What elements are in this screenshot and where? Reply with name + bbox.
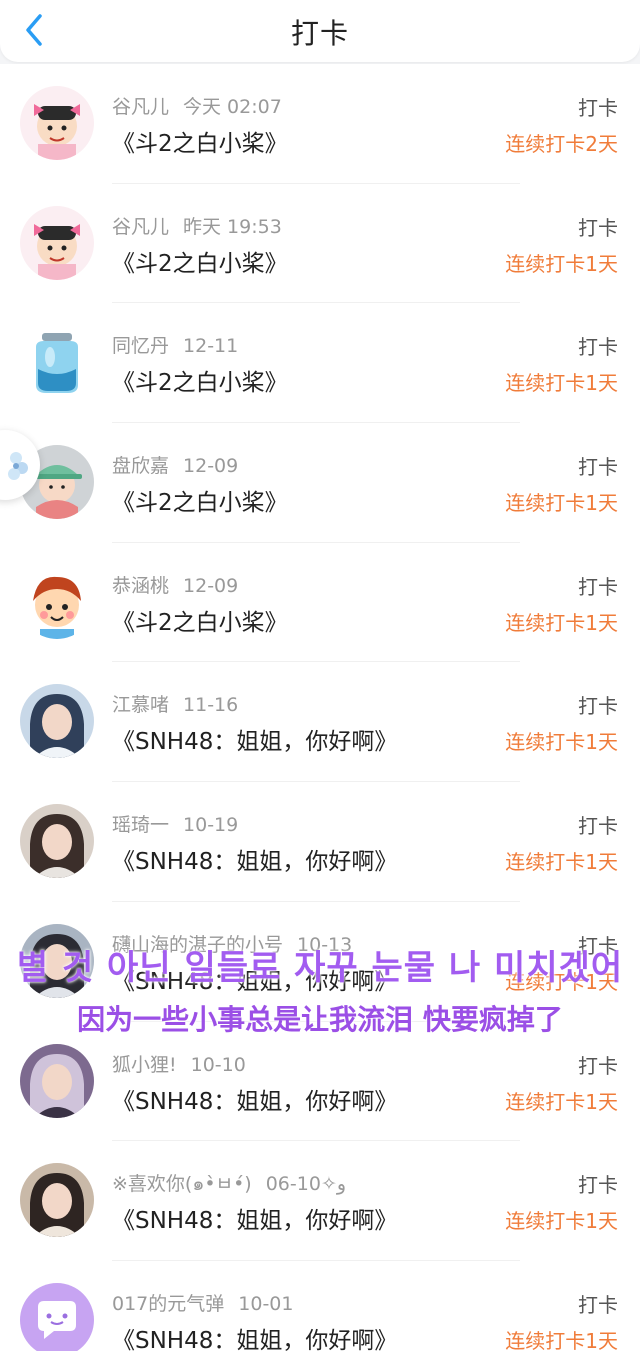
photo-avatar[interactable] <box>20 923 94 998</box>
book-title[interactable]: 《斗2之白小桨》 <box>112 363 288 397</box>
streak-label: 连续打卡2天 <box>505 132 618 156</box>
book-title[interactable]: 《SNH48：姐姐，你好啊》 <box>112 1321 397 1351</box>
photo-avatar[interactable] <box>20 1043 94 1118</box>
photo-avatar[interactable] <box>20 684 94 759</box>
checkin-label: 打卡 <box>578 694 618 719</box>
cartoon-girl-avatar[interactable] <box>20 86 94 160</box>
chat-bubble-avatar[interactable] <box>20 1282 94 1351</box>
photo-avatar[interactable] <box>20 1163 94 1238</box>
user-name[interactable]: 瑶琦一 <box>112 814 169 836</box>
cartoon-boy-avatar[interactable] <box>20 564 94 639</box>
user-info: 017的元气弹 10-01 <box>112 1289 293 1316</box>
checkin-row[interactable]: 谷凡儿 昨天 19:53 《斗2之白小桨》 打卡 连续打卡1天 <box>0 183 640 304</box>
checkin-row[interactable]: 同忆丹 12-11 《斗2之白小桨》 打卡 连续打卡1天 <box>0 303 640 424</box>
checkin-label: 打卡 <box>578 455 618 480</box>
streak-label: 连续打卡1天 <box>505 491 618 516</box>
checkin-label: 打卡 <box>578 1053 618 1078</box>
checkin-row[interactable]: 瑶琦一 10-19 《SNH48：姐姐，你好啊》 打卡 连续打卡1天 <box>0 782 640 902</box>
user-name[interactable]: 谷凡儿 <box>112 96 169 118</box>
user-name[interactable]: 017的元气弹 <box>112 1293 224 1315</box>
checkin-time: 10-19 <box>183 814 239 837</box>
streak-label: 连续打卡1天 <box>505 1089 618 1114</box>
checkin-row[interactable]: 017的元气弹 10-01 《SNH48：姐姐，你好啊》 打卡 连续打卡1天 <box>0 1260 640 1351</box>
checkin-label: 打卡 <box>578 96 618 120</box>
user-name[interactable]: 同忆丹 <box>112 335 169 357</box>
checkin-label: 打卡 <box>578 1173 618 1198</box>
book-title[interactable]: 《斗2之白小桨》 <box>112 124 288 158</box>
checkin-time: 12-09 <box>183 455 239 478</box>
book-title[interactable]: 《SNH48：姐姐，你好啊》 <box>112 1082 397 1116</box>
user-name[interactable]: 盘欣嘉 <box>112 455 169 477</box>
checkin-label: 打卡 <box>578 215 618 240</box>
checkin-label: 打卡 <box>578 814 618 839</box>
streak-label: 连续打卡1天 <box>505 969 618 994</box>
user-info: 同忆丹 12-11 <box>112 331 238 358</box>
user-name[interactable]: 江慕啫 <box>112 694 169 716</box>
jar-avatar[interactable] <box>20 325 94 400</box>
checkin-time: 12-11 <box>183 335 239 358</box>
user-info: 盘欣嘉 12-09 <box>112 451 238 478</box>
checkin-row[interactable]: 谷凡儿 今天 02:07 《斗2之白小桨》 打卡 连续打卡2天 <box>0 64 640 184</box>
book-title[interactable]: 《斗2之白小桨》 <box>112 483 288 517</box>
checkin-time: 12-09 <box>183 574 239 597</box>
checkin-time: 10-10 <box>190 1053 246 1076</box>
cartoon-girl-avatar[interactable] <box>20 205 94 280</box>
checkin-label: 打卡 <box>578 1292 618 1317</box>
streak-label: 连续打卡1天 <box>505 730 618 755</box>
checkin-list: 谷凡儿 今天 02:07 《斗2之白小桨》 打卡 连续打卡2天 谷凡儿 昨天 19:… <box>0 64 640 1351</box>
user-info: 江慕啫 11-16 <box>112 690 238 717</box>
checkin-label: 打卡 <box>578 335 618 360</box>
book-title[interactable]: 《SNH48：姐姐，你好啊》 <box>112 1201 397 1235</box>
checkin-row[interactable]: 狐小狸! 10-10 《SNH48：姐姐，你好啊》 打卡 连续打卡1天 <box>0 1021 640 1142</box>
streak-label: 连续打卡1天 <box>505 251 618 276</box>
user-info: 谷凡儿 昨天 19:53 <box>112 212 282 239</box>
checkin-time: 10-06 <box>265 1173 321 1196</box>
user-info: 狐小狸! 10-10 <box>112 1050 246 1077</box>
streak-label: 连续打卡1天 <box>505 1209 618 1234</box>
user-info: 瑶琦一 10-19 <box>112 810 238 837</box>
checkin-row[interactable]: 盘欣嘉 12-09 《斗2之白小桨》 打卡 连续打卡1天 <box>0 423 640 543</box>
floating-action-button[interactable] <box>0 430 40 500</box>
user-info: 恭涵桃 12-09 <box>112 571 238 598</box>
user-info: ※喜欢你(๑•̀ㅂ•́)و✧10-06 <box>112 1169 346 1199</box>
streak-label: 连续打卡1天 <box>505 1328 618 1351</box>
user-name[interactable]: 恭涵桃 <box>112 575 169 597</box>
user-name[interactable]: 礴山海的湛子的小号 <box>112 934 283 956</box>
streak-label: 连续打卡1天 <box>505 371 618 396</box>
user-name[interactable]: 狐小狸! <box>112 1054 177 1076</box>
top-bar: 打卡 <box>0 0 640 62</box>
photo-avatar[interactable] <box>20 804 94 879</box>
streak-label: 连续打卡1天 <box>505 850 618 875</box>
checkin-time: 今天 02:07 <box>183 96 282 118</box>
book-title[interactable]: 《SNH48：姐姐，你好啊》 <box>112 962 397 996</box>
user-name[interactable]: 谷凡儿 <box>112 216 169 238</box>
book-title[interactable]: 《SNH48：姐姐，你好啊》 <box>112 842 397 876</box>
streak-label: 连续打卡1天 <box>505 610 618 635</box>
checkin-time: 昨天 19:53 <box>183 215 282 238</box>
checkin-label: 打卡 <box>578 933 618 958</box>
checkin-time: 10-01 <box>238 1292 294 1315</box>
checkin-label: 打卡 <box>578 574 618 599</box>
checkin-time: 11-16 <box>183 694 239 717</box>
checkin-row[interactable]: 礴山海的湛子的小号 10-13 《SNH48：姐姐，你好啊》 打卡 连续打卡1天 <box>0 901 640 1022</box>
book-title[interactable]: 《斗2之白小桨》 <box>112 244 288 278</box>
checkin-row[interactable]: 江慕啫 11-16 《SNH48：姐姐，你好啊》 打卡 连续打卡1天 <box>0 662 640 783</box>
book-title[interactable]: 《斗2之白小桨》 <box>112 603 288 637</box>
page-title: 打卡 <box>290 17 349 50</box>
user-info: 礴山海的湛子的小号 10-13 <box>112 930 352 957</box>
book-title[interactable]: 《SNH48：姐姐，你好啊》 <box>112 722 397 756</box>
flower-icon <box>8 452 28 480</box>
user-info: 谷凡儿 今天 02:07 <box>112 92 282 119</box>
checkin-row[interactable]: 恭涵桃 12-09 《斗2之白小桨》 打卡 连续打卡1天 <box>0 542 640 663</box>
checkin-time: 10-13 <box>297 933 353 956</box>
checkin-row[interactable]: ※喜欢你(๑•̀ㅂ•́)و✧10-06 《SNH48：姐姐，你好啊》 打卡 连续… <box>0 1141 640 1261</box>
